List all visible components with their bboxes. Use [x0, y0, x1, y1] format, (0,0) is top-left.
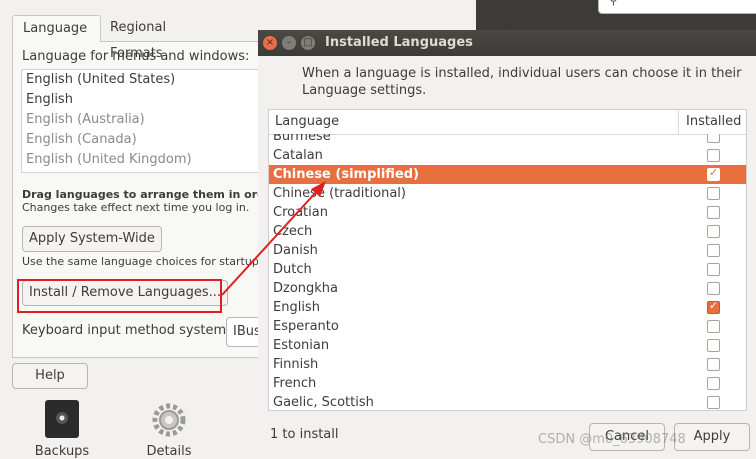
annotation-arrow: [221, 181, 326, 296]
watermark: CSDN @m0_63908748: [538, 432, 686, 447]
